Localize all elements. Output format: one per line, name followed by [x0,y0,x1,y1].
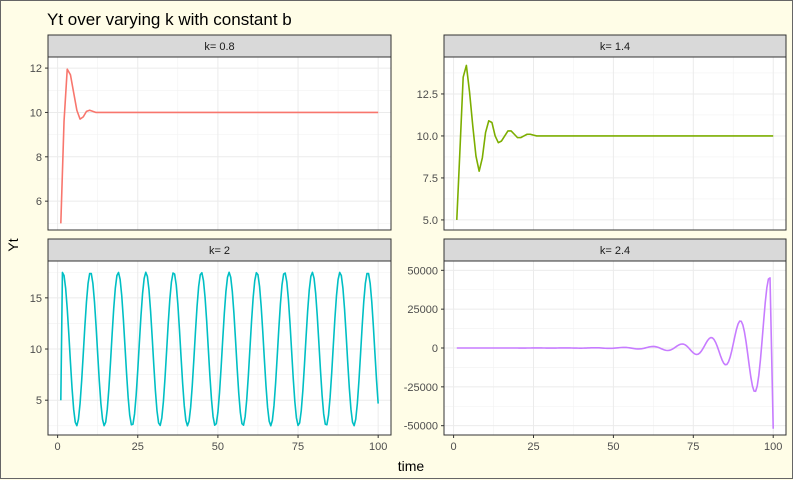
facet-panel-3: k= 2 0 25 50 75 100 5 10 15 [30,238,392,453]
x-tick-label: 100 [764,441,782,453]
y-tick-label: 12.5 [417,89,438,101]
y-axis-title: Yt [5,238,21,251]
x-tick-label: 50 [607,441,619,453]
y-tick-label: 12 [30,63,42,75]
x-tick-label: 75 [687,441,699,453]
y-tick-label: -50000 [404,421,438,433]
y-tick-label: 25000 [407,304,438,316]
y-tick-label: 10 [30,344,42,356]
plot-area [48,261,391,435]
y-tick-label: -25000 [404,382,438,394]
y-tick-label: 10.0 [417,131,438,143]
y-tick-label: 5 [36,395,42,407]
y-tick-label: 50000 [407,265,438,277]
plot-area [48,57,391,230]
y-tick-label: 6 [36,196,42,208]
y-tick-label: 7.5 [423,173,438,185]
facet-strip-label: k= 1.4 [600,41,630,53]
y-tick-label: 15 [30,293,42,305]
x-tick-label: 25 [132,441,144,453]
y-tick-label: 0 [432,343,438,355]
facet-strip-label: k= 2 [209,245,230,257]
facet-panel-4: k= 2.4 0 25 50 75 100 -50000 -25000 0 25000 50000 [404,238,787,453]
x-tick-label: 50 [212,441,224,453]
facet-strip-label: k= 2.4 [600,245,630,257]
facet-panels: k= 0.8 6 8 10 12 k= 1.4 5.0 7.5 10.0 12.5 k= 2 0 25 5… [30,34,787,453]
facet-line-chart: Yt over varying k with constant b time Y… [5,10,787,474]
y-tick-label: 5.0 [423,215,438,227]
plot-area [444,57,786,230]
x-tick-label: 25 [527,441,539,453]
x-tick-label: 0 [451,441,457,453]
x-tick-label: 100 [369,441,387,453]
y-tick-label: 8 [36,152,42,164]
chart-title: Yt over varying k with constant b [47,10,292,29]
x-axis-title: time [398,458,425,474]
y-tick-label: 10 [30,107,42,119]
facet-strip-label: k= 0.8 [204,41,234,53]
x-tick-label: 0 [55,441,61,453]
facet-panel-2: k= 1.4 5.0 7.5 10.0 12.5 [417,34,787,231]
figure: Yt over varying k with constant b time Y… [0,0,793,479]
x-tick-label: 75 [292,441,304,453]
facet-panel-1: k= 0.8 6 8 10 12 [30,34,392,231]
